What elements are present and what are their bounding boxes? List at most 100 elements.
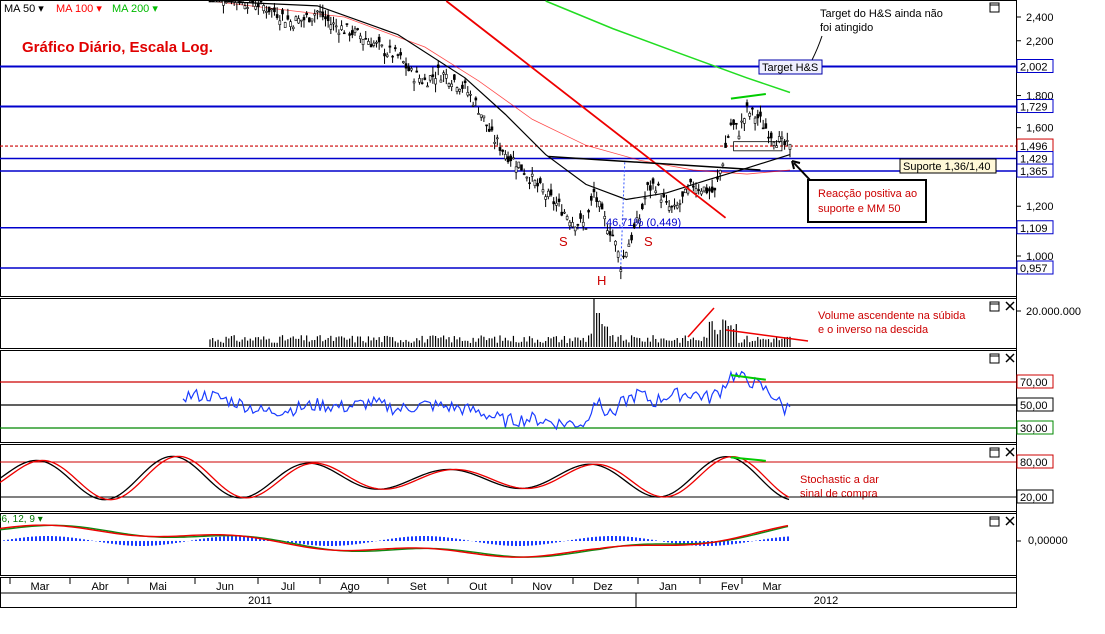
candle-body xyxy=(726,136,730,138)
candle-body xyxy=(299,19,303,22)
candle-body xyxy=(485,124,488,127)
candle-body xyxy=(369,44,373,48)
candle-body xyxy=(342,32,346,35)
candle-body xyxy=(265,11,268,13)
candle-body xyxy=(587,210,590,213)
candle-body xyxy=(541,189,545,193)
candle-body xyxy=(211,0,214,3)
candle-body xyxy=(393,47,397,50)
maximize-panel-button[interactable] xyxy=(989,516,1000,527)
candle-body xyxy=(391,55,394,58)
candle-body xyxy=(444,74,448,79)
candle-body xyxy=(565,216,569,220)
candle-body xyxy=(646,182,649,185)
candle-body xyxy=(748,113,752,117)
candle-body xyxy=(332,22,335,25)
candle-body xyxy=(216,0,220,3)
rsi-tick-label: 30,00 xyxy=(1020,423,1048,435)
stock-chart: 2,4002,2002,0001,8001,6001,4001,2001,000… xyxy=(0,0,1105,634)
month-label: Jun xyxy=(216,581,234,593)
candle-body xyxy=(490,126,494,131)
candle-body xyxy=(509,155,513,162)
maximize-panel-button[interactable] xyxy=(989,301,1000,312)
candle-body xyxy=(624,252,628,257)
candle-body xyxy=(592,188,596,193)
candle-body xyxy=(310,18,314,22)
candle-body xyxy=(243,5,247,10)
candle-body xyxy=(436,64,440,68)
candle-body xyxy=(273,7,276,13)
candle-body xyxy=(453,74,456,80)
candle-body xyxy=(471,104,475,107)
candle-body xyxy=(589,195,593,201)
candle-body xyxy=(291,26,295,30)
month-label: Nov xyxy=(532,581,552,593)
candle-body xyxy=(353,28,357,33)
candle-body xyxy=(240,0,244,3)
legend-ma200[interactable]: MA 200 ▾ xyxy=(112,3,158,15)
candle-body xyxy=(326,15,330,22)
candle-body xyxy=(673,204,676,207)
legend-ma50[interactable]: MA 50 ▾ xyxy=(4,3,44,15)
candle-body xyxy=(775,145,778,148)
maximize-panel-button[interactable] xyxy=(989,447,1000,458)
macd-axis-label: 0,00000 xyxy=(1028,535,1068,547)
candle-body xyxy=(563,211,566,214)
candle-body xyxy=(426,85,429,88)
candle-body xyxy=(544,196,547,200)
month-label: Jan xyxy=(659,581,677,593)
candle-body xyxy=(710,186,714,193)
candle-body xyxy=(477,113,480,115)
candle-body xyxy=(442,72,445,75)
candle-body xyxy=(522,173,526,175)
candle-body xyxy=(579,213,582,219)
candle-body xyxy=(751,107,754,110)
candle-body xyxy=(286,15,290,20)
candle-body xyxy=(641,203,644,210)
macd-legend[interactable]: 26, 12, 9 ▾ xyxy=(0,514,43,525)
candle-body xyxy=(496,137,499,140)
month-label: Abr xyxy=(91,581,108,593)
maximize-price-button[interactable] xyxy=(989,2,1000,13)
candle-body xyxy=(230,0,233,3)
candle-body xyxy=(547,190,550,197)
candle-body xyxy=(383,53,386,57)
candle-body xyxy=(321,11,325,18)
candle-body xyxy=(450,83,453,88)
candle-body xyxy=(337,32,341,35)
candle-body xyxy=(479,114,483,118)
legend[interactable]: MA 50 ▾ MA 100 ▾ MA 200 ▾ xyxy=(4,3,158,15)
candle-body xyxy=(324,16,327,20)
candle-body xyxy=(536,182,539,187)
level-label: 1,729 xyxy=(1020,102,1048,114)
candle-body xyxy=(622,255,625,258)
candle-body xyxy=(600,203,604,210)
candle-body xyxy=(753,117,757,124)
candle-body xyxy=(576,224,580,226)
price-tick-label: 2,400 xyxy=(1026,12,1054,24)
candle-body xyxy=(705,187,709,194)
level-label: 2,002 xyxy=(1020,62,1048,74)
candle-body xyxy=(385,54,389,57)
candle-body xyxy=(361,39,365,45)
candle-body xyxy=(667,206,671,211)
legend-ma100[interactable]: MA 100 ▾ xyxy=(56,3,102,15)
candle-body xyxy=(407,66,411,72)
candle-body xyxy=(734,122,738,125)
candle-body xyxy=(756,114,760,119)
month-label: Mar xyxy=(763,581,782,593)
candle-body xyxy=(259,0,263,3)
candle-body xyxy=(759,111,762,117)
candle-body xyxy=(313,13,317,16)
maximize-panel-button[interactable] xyxy=(989,353,1000,364)
stoch-tick-label: 80,00 xyxy=(1020,457,1048,469)
candle-body xyxy=(364,37,368,40)
candle-body xyxy=(270,8,274,11)
candle-body xyxy=(418,78,421,83)
month-label: Mai xyxy=(149,581,167,593)
candle-body xyxy=(222,0,225,6)
candle-body xyxy=(737,135,741,140)
stoch-note-line2: sinal de compra xyxy=(800,488,879,500)
candle-body xyxy=(657,183,660,186)
candle-body xyxy=(308,17,311,23)
